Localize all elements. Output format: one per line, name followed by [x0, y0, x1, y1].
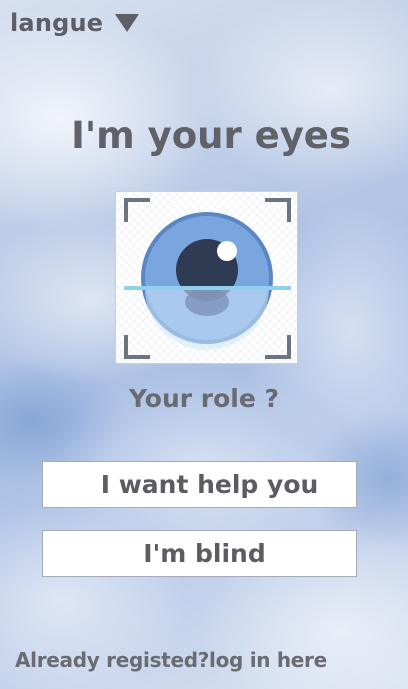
scan-line: [124, 286, 291, 290]
role-prompt: Your role ?: [128, 384, 280, 413]
app-screen: langue I'm your eyes Your role ? I want …: [0, 0, 408, 689]
blind-role-button[interactable]: I'm blind: [42, 530, 357, 577]
caret-down-icon: [115, 14, 140, 32]
app-logo: [115, 191, 298, 364]
helper-role-label: I want help you: [100, 470, 319, 499]
eye-highlight: [217, 241, 237, 261]
blind-role-label: I'm blind: [143, 539, 266, 568]
login-link[interactable]: Already registed?log in here: [15, 648, 327, 672]
pupil-reflection: [185, 288, 229, 316]
app-title: I'm your eyes: [71, 114, 351, 157]
helper-role-button[interactable]: I want help you: [42, 461, 357, 508]
language-selector[interactable]: langue: [10, 6, 140, 40]
eye-scan-icon: [124, 198, 291, 359]
language-selector-label: langue: [10, 9, 104, 37]
